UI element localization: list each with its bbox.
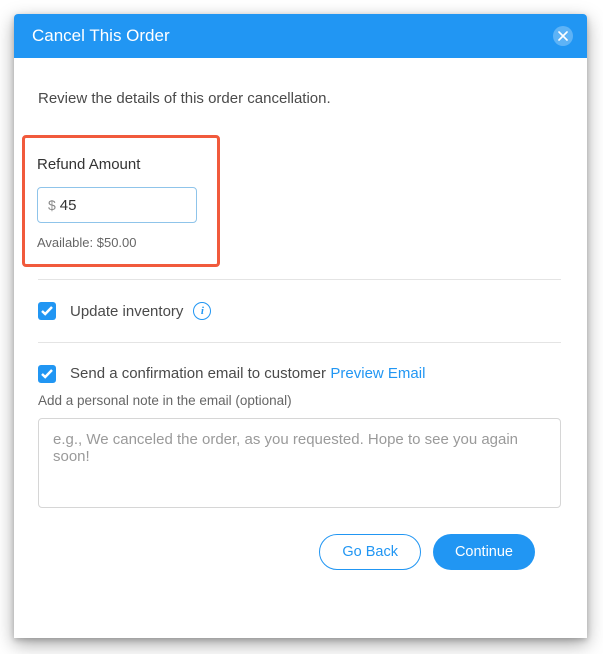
update-inventory-label: Update inventory	[70, 303, 183, 320]
personal-note-label: Add a personal note in the email (option…	[38, 393, 561, 408]
continue-button[interactable]: Continue	[433, 534, 535, 570]
modal-body: Review the details of this order cancell…	[14, 58, 587, 638]
send-email-text-group: Send a confirmation email to customer Pr…	[70, 365, 425, 383]
go-back-button[interactable]: Go Back	[319, 534, 421, 570]
available-amount-text: Available: $50.00	[37, 235, 201, 250]
personal-note-textarea[interactable]	[38, 418, 561, 508]
refund-amount-section: Refund Amount $ Available: $50.00	[22, 135, 220, 267]
close-button[interactable]	[553, 26, 573, 46]
cancel-order-modal: Cancel This Order Review the details of …	[14, 14, 587, 638]
check-icon	[41, 369, 53, 379]
modal-header: Cancel This Order	[14, 14, 587, 58]
update-inventory-row: Update inventory i	[24, 280, 561, 342]
currency-symbol: $	[48, 197, 56, 213]
send-email-checkbox[interactable]	[38, 365, 56, 383]
info-icon[interactable]: i	[193, 302, 211, 320]
refund-amount-input-wrap[interactable]: $	[37, 187, 197, 223]
close-icon	[558, 31, 568, 41]
refund-amount-input[interactable]	[60, 197, 186, 214]
update-inventory-checkbox[interactable]	[38, 302, 56, 320]
preview-email-link[interactable]: Preview Email	[330, 365, 425, 382]
modal-footer: Go Back Continue	[24, 508, 561, 590]
modal-title: Cancel This Order	[32, 26, 170, 46]
send-email-row: Send a confirmation email to customer Pr…	[24, 343, 561, 393]
check-icon	[41, 306, 53, 316]
send-email-label: Send a confirmation email to customer	[70, 365, 326, 382]
refund-amount-label: Refund Amount	[37, 156, 201, 173]
intro-text: Review the details of this order cancell…	[38, 90, 561, 107]
